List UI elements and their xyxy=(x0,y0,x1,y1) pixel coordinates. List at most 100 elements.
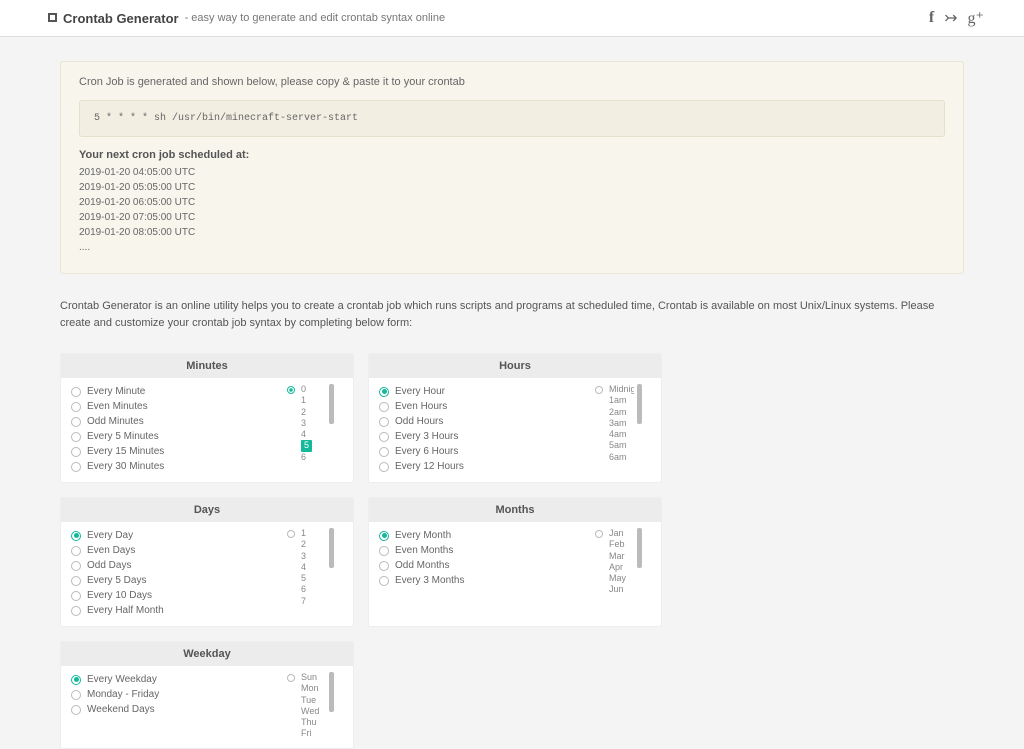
radio-icon[interactable] xyxy=(379,402,389,412)
list-item[interactable]: Jun xyxy=(609,584,634,595)
minutes-option[interactable]: Every 30 Minutes xyxy=(71,459,287,474)
list-item[interactable]: 1 xyxy=(301,395,326,406)
radio-icon[interactable] xyxy=(71,546,81,556)
radio-icon[interactable] xyxy=(71,705,81,715)
list-item[interactable]: 7 xyxy=(301,596,326,607)
radio-icon[interactable] xyxy=(71,402,81,412)
list-radio-icon[interactable] xyxy=(287,674,295,682)
list-item[interactable]: Mar xyxy=(609,551,634,562)
weekday-value-list[interactable]: SunMonTueWedThuFri xyxy=(298,672,326,740)
facebook-icon[interactable]: f xyxy=(929,9,934,27)
hours-option[interactable]: Every 3 Hours xyxy=(379,429,595,444)
hours-option[interactable]: Every 6 Hours xyxy=(379,444,595,459)
list-item[interactable]: Tue xyxy=(301,695,326,706)
list-item[interactable]: Midnight xyxy=(609,384,634,395)
radio-icon[interactable] xyxy=(71,531,81,541)
months-option[interactable]: Odd Months xyxy=(379,558,595,573)
hours-option[interactable]: Every Hour xyxy=(379,384,595,399)
list-item[interactable]: 4am xyxy=(609,429,634,440)
minutes-option[interactable]: Every 5 Minutes xyxy=(71,429,287,444)
minutes-option[interactable]: Every 15 Minutes xyxy=(71,444,287,459)
cron-expression-box[interactable]: 5 * * * * sh /usr/bin/minecraft-server-s… xyxy=(79,100,945,137)
radio-icon[interactable] xyxy=(71,432,81,442)
list-item[interactable]: 2am xyxy=(609,407,634,418)
hours-option[interactable]: Odd Hours xyxy=(379,414,595,429)
radio-icon[interactable] xyxy=(379,561,389,571)
list-item[interactable]: May xyxy=(609,573,634,584)
radio-icon[interactable] xyxy=(71,576,81,586)
list-item[interactable]: 2 xyxy=(301,407,326,418)
months-option[interactable]: Every Month xyxy=(379,528,595,543)
radio-icon[interactable] xyxy=(379,387,389,397)
days-option[interactable]: Even Days xyxy=(71,543,287,558)
list-item[interactable]: 2 xyxy=(301,539,326,550)
list-item[interactable]: 6am xyxy=(609,452,634,463)
list-item[interactable]: 4 xyxy=(301,562,326,573)
list-item[interactable]: Apr xyxy=(609,562,634,573)
radio-icon[interactable] xyxy=(71,591,81,601)
list-item[interactable]: Feb xyxy=(609,539,634,550)
days-value-list[interactable]: 123456789 xyxy=(298,528,326,606)
radio-icon[interactable] xyxy=(379,576,389,586)
months-option[interactable]: Even Months xyxy=(379,543,595,558)
weekday-option[interactable]: Weekend Days xyxy=(71,702,287,717)
list-item[interactable]: Fri xyxy=(301,728,326,739)
list-item[interactable]: 3am xyxy=(609,418,634,429)
radio-icon[interactable] xyxy=(379,447,389,457)
minutes-option[interactable]: Odd Minutes xyxy=(71,414,287,429)
list-item[interactable]: 1am xyxy=(609,395,634,406)
google-plus-icon[interactable]: g⁺ xyxy=(968,8,984,28)
list-item[interactable]: 6 xyxy=(301,452,326,463)
list-radio-icon[interactable] xyxy=(595,530,603,538)
radio-icon[interactable] xyxy=(71,447,81,457)
list-item[interactable]: 4 xyxy=(301,429,326,440)
list-item[interactable]: 5 xyxy=(301,573,326,584)
weekday-option[interactable]: Every Weekday xyxy=(71,672,287,687)
days-option[interactable]: Every Day xyxy=(71,528,287,543)
radio-icon[interactable] xyxy=(71,387,81,397)
radio-icon[interactable] xyxy=(379,462,389,472)
months-value-list[interactable]: JanFebMarAprMayJun xyxy=(606,528,634,596)
minutes-option[interactable]: Every Minute xyxy=(71,384,287,399)
list-item[interactable]: Thu xyxy=(301,717,326,728)
scrollbar-thumb[interactable] xyxy=(329,528,334,568)
days-option[interactable]: Every 5 Days xyxy=(71,573,287,588)
radio-icon[interactable] xyxy=(71,561,81,571)
radio-icon[interactable] xyxy=(71,690,81,700)
radio-icon[interactable] xyxy=(379,546,389,556)
radio-icon[interactable] xyxy=(71,417,81,427)
minutes-value-list[interactable]: 012345678 xyxy=(298,384,326,462)
list-item[interactable]: Sun xyxy=(301,672,326,683)
scrollbar-thumb[interactable] xyxy=(637,528,642,568)
list-item[interactable]: Mon xyxy=(301,683,326,694)
days-option[interactable]: Every 10 Days xyxy=(71,588,287,603)
days-option[interactable]: Every Half Month xyxy=(71,603,287,618)
radio-icon[interactable] xyxy=(379,417,389,427)
list-radio-icon[interactable] xyxy=(287,530,295,538)
hours-value-list[interactable]: Midnight1am2am3am4am5am6am7am8am xyxy=(606,384,634,462)
list-item[interactable]: 3 xyxy=(301,551,326,562)
list-item[interactable]: 1 xyxy=(301,528,326,539)
radio-icon[interactable] xyxy=(379,432,389,442)
hours-option[interactable]: Even Hours xyxy=(379,399,595,414)
minutes-option[interactable]: Even Minutes xyxy=(71,399,287,414)
list-item[interactable]: 3 xyxy=(301,418,326,429)
list-item[interactable]: 6 xyxy=(301,584,326,595)
radio-icon[interactable] xyxy=(71,675,81,685)
radio-icon[interactable] xyxy=(71,462,81,472)
radio-icon[interactable] xyxy=(71,606,81,616)
hours-option[interactable]: Every 12 Hours xyxy=(379,459,595,474)
list-radio-icon[interactable] xyxy=(287,386,295,394)
list-item[interactable]: 0 xyxy=(301,384,326,395)
weekday-option[interactable]: Monday - Friday xyxy=(71,687,287,702)
list-item[interactable]: Jan xyxy=(609,528,634,539)
scrollbar-thumb[interactable] xyxy=(329,672,334,712)
list-item[interactable]: Wed xyxy=(301,706,326,717)
list-radio-icon[interactable] xyxy=(595,386,603,394)
scrollbar-thumb[interactable] xyxy=(329,384,334,424)
twitter-icon[interactable]: ↣ xyxy=(944,8,957,28)
months-option[interactable]: Every 3 Months xyxy=(379,573,595,588)
list-item[interactable]: 5am xyxy=(609,440,634,451)
scrollbar-thumb[interactable] xyxy=(637,384,642,424)
radio-icon[interactable] xyxy=(379,531,389,541)
